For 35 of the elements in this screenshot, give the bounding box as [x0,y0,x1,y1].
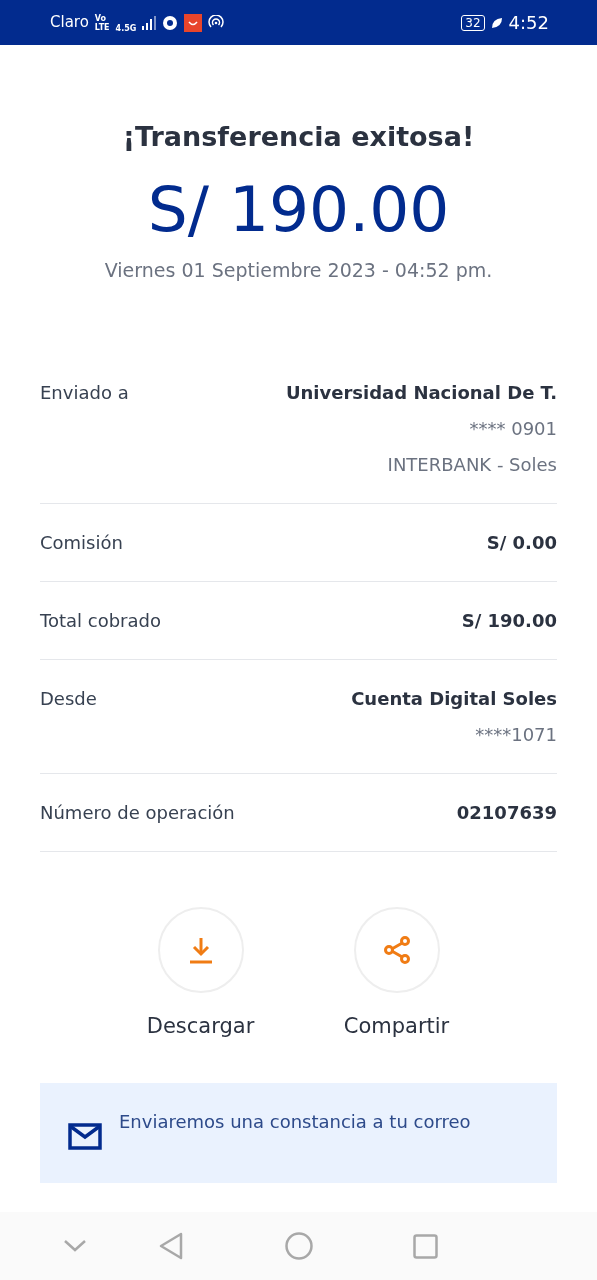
home-icon[interactable] [285,1232,313,1260]
recent-apps-icon[interactable] [413,1233,438,1259]
action-label[interactable]: Descargar [146,1011,255,1043]
notice-text: Enviaremos una constancia a tu correo [119,1109,471,1134]
detail-value: Universidad Nacional De T. [285,381,557,405]
detail-label: Número de operación [40,801,235,825]
detail-value: S/ 190.00 [461,609,557,633]
signal-icon [142,15,157,30]
mail-icon [68,1122,102,1150]
back-icon[interactable] [159,1232,183,1260]
leaf-icon [490,16,503,29]
browser-icon [162,14,179,31]
detail-value: Cuenta Digital Soles [351,687,557,711]
detail-value: ****1071 [475,723,557,747]
detail-label: Enviado a [40,381,129,405]
clock: 4:52 [508,11,549,35]
transfer-amount: S/ 190.00 [147,171,450,248]
carrier-name: Claro [50,12,89,34]
battery-indicator: 32 [461,14,485,31]
download-icon [188,936,213,964]
detail-value: 02107639 [456,801,557,825]
network-type: 4.5G [115,22,137,35]
detail-value: S/ 0.00 [486,531,557,555]
transfer-date: Viernes 01 Septiembre 2023 - 04:52 pm. [104,257,493,283]
detail-label: Total cobrado [40,609,161,633]
shopping-app-icon [184,13,203,32]
chevron-down-icon[interactable] [64,1240,86,1252]
detail-label: Comisión [40,531,123,555]
volte-indicator: Vo LTE [94,13,110,32]
detail-value: **** 0901 [469,417,557,441]
detail-value: INTERBANK - Soles [387,453,557,477]
action-label[interactable]: Compartir [343,1011,450,1043]
share-icon [381,935,412,965]
detail-label: Desde [40,687,97,711]
success-title: ¡Transferencia exitosa! [122,120,475,154]
